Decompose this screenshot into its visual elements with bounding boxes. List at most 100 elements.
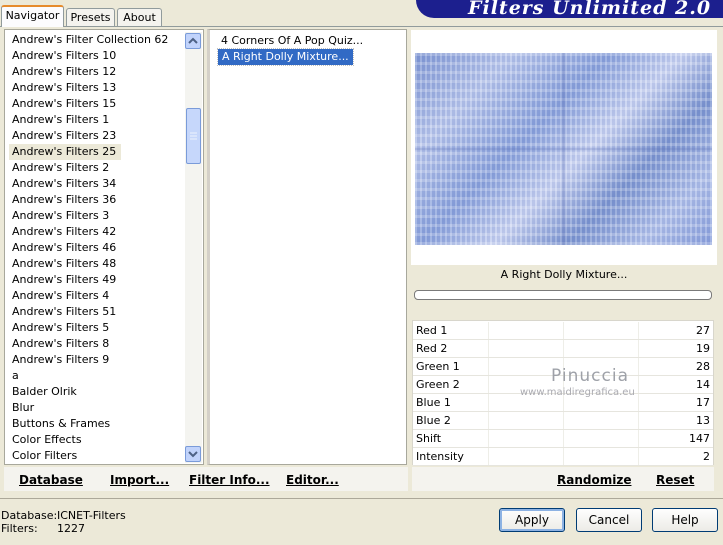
- slider-tick: [488, 340, 489, 357]
- parameter-value: 14: [696, 378, 710, 391]
- editor-button[interactable]: Editor...: [286, 473, 339, 487]
- category-item[interactable]: Andrew's Filters 12: [12, 64, 116, 80]
- database-button[interactable]: Database: [19, 473, 83, 487]
- slider-tick: [488, 430, 489, 447]
- apply-button[interactable]: Apply: [499, 508, 565, 532]
- category-item-selected[interactable]: Andrew's Filters 25: [9, 144, 122, 160]
- database-value: ICNET-Filters: [57, 509, 126, 522]
- parameter-value: 13: [696, 414, 710, 427]
- category-item[interactable]: Andrew's Filters 23: [12, 128, 116, 144]
- parameter-label: Intensity: [416, 450, 464, 463]
- scroll-down-button[interactable]: [185, 446, 201, 462]
- chevron-down-icon: [188, 451, 198, 458]
- scroll-thumb[interactable]: [186, 108, 201, 164]
- parameter-row[interactable]: Blue 2 13: [413, 412, 713, 430]
- category-item[interactable]: Buttons & Frames: [12, 416, 110, 432]
- slider-tick: [563, 448, 564, 465]
- category-item[interactable]: Andrew's Filters 4: [12, 288, 109, 304]
- category-item[interactable]: Andrew's Filters 51: [12, 304, 116, 320]
- status-divider: [0, 498, 723, 499]
- parameter-value: 2: [703, 450, 710, 463]
- category-item[interactable]: Andrew's Filters 10: [12, 48, 116, 64]
- randomize-button[interactable]: Randomize: [557, 473, 631, 487]
- slider-tick: [488, 358, 489, 375]
- category-item[interactable]: a: [12, 368, 19, 384]
- parameter-row[interactable]: Intensity 2: [413, 448, 713, 466]
- category-scrollbar[interactable]: [185, 32, 202, 463]
- category-item[interactable]: Andrew's Filters 5: [12, 320, 109, 336]
- category-item[interactable]: Andrew's Filters 3: [12, 208, 109, 224]
- parameter-label: Blue 1: [416, 396, 451, 409]
- app-title: Filters Unlimited 2.0: [468, 0, 712, 19]
- grip-icon: [190, 132, 197, 140]
- parameter-label: Red 1: [416, 324, 448, 337]
- slider-tick: [638, 394, 639, 411]
- tab-presets[interactable]: Presets: [66, 8, 115, 26]
- slider-tick: [638, 412, 639, 429]
- category-item[interactable]: Andrew's Filters 8: [12, 336, 109, 352]
- category-item[interactable]: Andrew's Filters 2: [12, 160, 109, 176]
- scroll-up-button[interactable]: [185, 33, 201, 49]
- cancel-button[interactable]: Cancel: [576, 508, 642, 532]
- slider-tick: [638, 322, 639, 339]
- reset-button[interactable]: Reset: [656, 473, 694, 487]
- slider-tick: [638, 376, 639, 393]
- parameter-value: 147: [689, 432, 710, 445]
- chevron-up-icon: [188, 37, 198, 44]
- category-item[interactable]: Balder Olrik: [12, 384, 77, 400]
- parameter-value: 19: [696, 342, 710, 355]
- category-item[interactable]: Andrew's Filters 49: [12, 272, 116, 288]
- watermark-url: www.maidiregrafica.eu: [520, 387, 635, 398]
- slider-tick: [488, 394, 489, 411]
- filter-item-selected[interactable]: A Right Dolly Mixture...: [217, 48, 354, 66]
- parameter-row[interactable]: Red 2 19: [413, 340, 713, 358]
- category-item[interactable]: Andrew's Filters 34: [12, 176, 116, 192]
- parameter-label: Blue 2: [416, 414, 451, 427]
- filter-list[interactable]: [207, 29, 407, 465]
- filters-count: 1227: [57, 522, 85, 535]
- slider-tick: [563, 430, 564, 447]
- category-item[interactable]: Blur: [12, 400, 34, 416]
- parameter-label: Shift: [416, 432, 442, 445]
- parameter-row[interactable]: Red 1 27: [413, 322, 713, 340]
- parameter-row[interactable]: Shift 147: [413, 430, 713, 448]
- slider-tick: [488, 412, 489, 429]
- help-button[interactable]: Help: [652, 508, 718, 532]
- category-item[interactable]: Andrew's Filters 46: [12, 240, 116, 256]
- category-item[interactable]: Andrew's Filters 9: [12, 352, 109, 368]
- preview-filter-name: A Right Dolly Mixture...: [500, 268, 628, 281]
- slider-tick: [488, 448, 489, 465]
- slider-tick: [563, 322, 564, 339]
- slider-tick: [638, 358, 639, 375]
- category-item[interactable]: Color Filters: [12, 448, 77, 464]
- parameter-value: 17: [696, 396, 710, 409]
- parameter-label: Green 2: [416, 378, 460, 391]
- filter-info-button[interactable]: Filter Info...: [189, 473, 270, 487]
- slider-tick: [563, 412, 564, 429]
- parameter-value: 28: [696, 360, 710, 373]
- watermark-name: Pinuccia: [551, 366, 629, 386]
- category-item[interactable]: Andrew's Filter Collection 62: [12, 32, 168, 48]
- tab-navigator[interactable]: Navigator: [1, 5, 64, 27]
- database-label: Database:: [1, 509, 58, 522]
- slider-tick: [638, 340, 639, 357]
- import-button[interactable]: Import...: [110, 473, 169, 487]
- parameter-value: 27: [696, 324, 710, 337]
- parameter-label: Green 1: [416, 360, 460, 373]
- slider-tick: [563, 340, 564, 357]
- filter-item[interactable]: 4 Corners Of A Pop Quiz...: [221, 33, 363, 49]
- category-item[interactable]: Color Effects: [12, 432, 82, 448]
- slider-tick: [638, 430, 639, 447]
- category-item[interactable]: Andrew's Filters 48: [12, 256, 116, 272]
- category-item[interactable]: Andrew's Filters 1: [12, 112, 109, 128]
- tab-about[interactable]: About: [117, 8, 162, 26]
- category-item[interactable]: Andrew's Filters 36: [12, 192, 116, 208]
- category-item[interactable]: Andrew's Filters 13: [12, 80, 116, 96]
- category-item[interactable]: Andrew's Filters 42: [12, 224, 116, 240]
- slider-tick: [488, 376, 489, 393]
- preview-image: [415, 53, 712, 245]
- category-item[interactable]: Andrew's Filters 15: [12, 96, 116, 112]
- filters-label: Filters:: [1, 522, 38, 535]
- progress-bar: [414, 290, 712, 300]
- slider-tick: [488, 322, 489, 339]
